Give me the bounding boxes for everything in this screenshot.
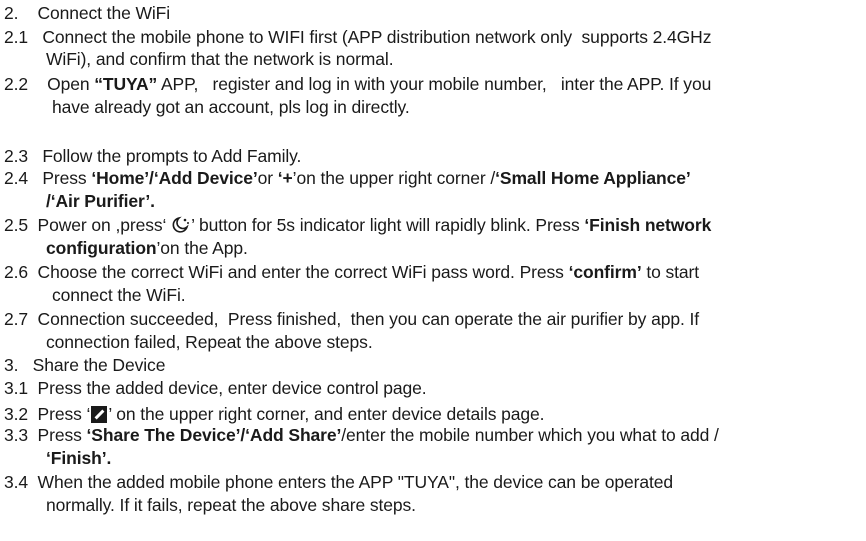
step-2-5-text-e: ’on the App. [156,238,248,258]
step-2-2-line-1: 2.2 Open “TUYA” APP, register and log in… [4,73,711,95]
step-3-4-line-2: normally. If it fails, repeat the above … [46,495,416,515]
step-2-6-text-a: 2.6 Choose the correct WiFi and enter th… [4,262,569,282]
step-3-3-finish: ‘Finish’. [46,448,112,468]
step-2-5-line-2: configuration’on the App. [46,237,248,259]
step-2-1-line-2: WiFi), and confirm that the network is n… [46,49,394,69]
step-3-4-line-1: 3.4 When the added mobile phone enters t… [4,472,674,492]
step-2-3: 2.3 Follow the prompts to Add Family. [4,146,302,166]
step-2-6-line-2: connect the WiFi. [52,285,186,305]
step-3-3-line-1: 3.3 Press ‘Share The Device’/‘Add Share’… [4,424,719,446]
step-3-2: 3.2 Press ‘ ’ on the upper right corner, … [4,403,545,425]
step-2-2-text-c: APP, register and log in with your mobil… [157,74,712,94]
step-2-2-line-2: have already got an account, pls log in … [52,97,410,117]
step-2-6-text-c: to start [641,262,700,282]
app-name-tuya: “TUYA” [94,74,158,94]
moon-power-icon [171,216,191,239]
step-2-4-home-add-device: ‘Home’/‘Add Device’ [91,168,258,188]
step-3-2-text-b: ’ on the upper right corner, and enter d… [108,404,545,424]
step-2-5-configuration: configuration [46,238,157,258]
step-2-4-small-home-appliance: ‘Small Home Appliance’ [495,168,691,188]
step-2-7-line-2: connection failed, Repeat the above step… [46,332,373,352]
step-3-3-text-a: 3.3 Press [4,425,87,445]
section-3-heading: 3. Share the Device [4,355,166,375]
manual-page: 2. Connect the WiFi 2.1 Connect the mobi… [0,0,866,541]
step-2-4-plus: ‘+ [277,168,293,188]
step-2-5-finish-network: ‘Finish network [584,215,712,235]
step-2-6-line-1: 2.6 Choose the correct WiFi and enter th… [4,261,699,283]
step-2-4-text-e: ’on the upper right corner / [292,168,496,188]
step-2-5-text-a: 2.5 Power on ,press‘ [4,215,172,235]
step-2-5-text-b: ’ button for 5s indicator light will rap… [191,215,585,235]
step-2-7-line-1: 2.7 Connection succeeded, Press finished… [4,309,700,329]
step-3-1: 3.1 Press the added device, enter device… [4,378,427,398]
step-2-1-line-1: 2.1 Connect the mobile phone to WIFI fir… [4,27,712,47]
step-2-2-text-a: 2.2 Open [4,74,95,94]
step-2-6-confirm: ‘confirm’ [568,262,642,282]
step-2-5-line-1: 2.5 Power on ,press‘ ’ button for 5s ind… [4,214,711,239]
step-2-4-text-a: 2.4 Press [4,168,92,188]
step-3-3-text-c: /enter the mobile number which you what … [341,425,719,445]
step-2-4-line-1: 2.4 Press ‘Home’/‘Add Device’or ‘+’on th… [4,167,691,189]
edit-icon [91,406,108,423]
step-2-4-line-2: /‘Air Purifier’. [46,191,155,211]
step-3-3-share-the-device: ‘Share The Device’/‘Add Share’ [86,425,342,445]
step-3-2-text-a: 3.2 Press ‘ [4,404,91,424]
section-2-heading: 2. Connect the WiFi [4,3,171,23]
step-2-4-text-c: or [257,168,278,188]
